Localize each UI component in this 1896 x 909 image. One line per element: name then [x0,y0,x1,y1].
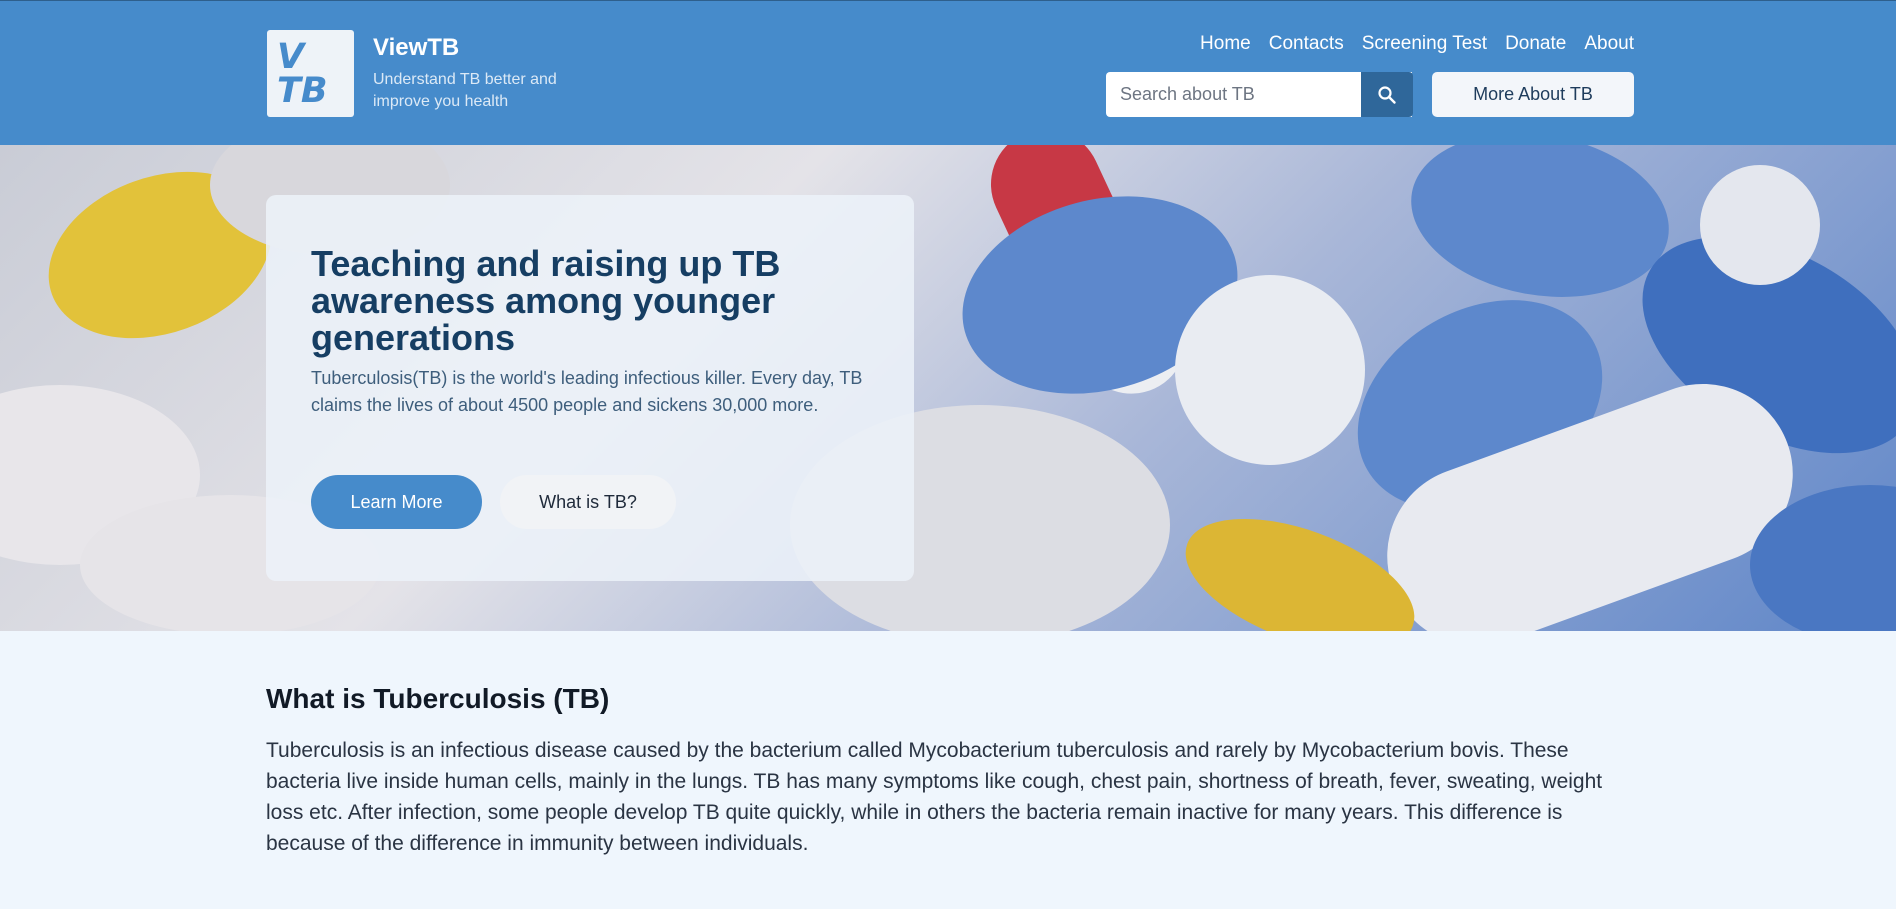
section-title: What is Tuberculosis (TB) [266,683,610,714]
hero-card: Teaching and raising up TB awareness amo… [266,195,914,581]
nav-screening-test[interactable]: Screening Test [1362,33,1487,55]
brand-tagline: Understand TB better and improve you hea… [373,71,557,110]
logo-letter-v: V [277,37,305,77]
nav-donate[interactable]: Donate [1505,33,1566,55]
search-button[interactable] [1361,72,1413,117]
section-paragraph: Tuberculosis is an infectious disease ca… [266,739,1603,855]
nav-about[interactable]: About [1584,33,1634,55]
hero-banner: Teaching and raising up TB awareness amo… [0,145,1896,631]
logo-letters-tb: TB [277,71,328,111]
what-is-tb-button[interactable]: What is TB? [500,475,676,529]
hero-description: Tuberculosis(TB) is the world's leading … [311,368,863,415]
learn-more-button[interactable]: Learn More [311,475,482,529]
search-icon [1378,85,1396,104]
main-nav: Home Contacts Screening Test Donate Abou… [1200,33,1634,55]
logo[interactable]: V TB [267,30,354,117]
more-about-tb-button[interactable]: More About TB [1432,72,1634,117]
brand-name[interactable]: ViewTB [373,34,459,62]
nav-contacts[interactable]: Contacts [1269,33,1344,55]
nav-home[interactable]: Home [1200,33,1251,55]
site-header: V TB ViewTB Understand TB better and imp… [0,0,1896,145]
hero-title: Teaching and raising up TB awareness amo… [311,243,781,358]
